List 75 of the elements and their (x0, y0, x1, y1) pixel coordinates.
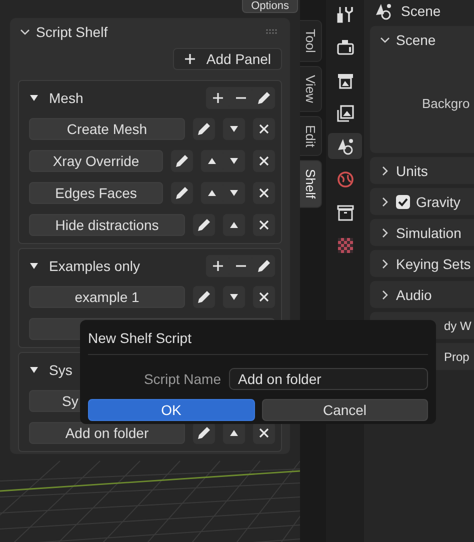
script-button[interactable]: Add on folder (29, 422, 185, 444)
pencil-icon (173, 152, 191, 170)
sidebar-tab[interactable]: View (300, 66, 322, 112)
plus-icon (184, 53, 196, 65)
options-button[interactable]: Options (242, 0, 298, 13)
panel-title: Audio (396, 286, 432, 302)
subpanel-title: Examples only (49, 258, 142, 274)
panel-title: Units (396, 162, 428, 178)
checkbox[interactable] (396, 194, 410, 208)
globe-icon (336, 170, 354, 188)
delete-button[interactable] (253, 214, 275, 236)
close-icon (258, 291, 270, 303)
panel-title: Keying Sets (396, 256, 471, 272)
checkerboard-icon (336, 236, 354, 254)
script-button[interactable]: Create Mesh (29, 118, 185, 140)
checkmark-icon (397, 196, 409, 208)
pencil-icon (173, 184, 191, 202)
drag-handle-icon (266, 29, 278, 35)
property-panel[interactable]: Units (370, 157, 474, 184)
close-icon (258, 219, 270, 231)
input-field[interactable]: Add on folder (229, 368, 428, 390)
cone-sphere-icon (374, 2, 393, 20)
property-label: Backgro (422, 96, 470, 110)
panel-title: Simulation (396, 224, 462, 240)
script-button[interactable]: example 1 (29, 286, 185, 308)
delete-button[interactable] (253, 150, 275, 172)
property-panel[interactable]: Gravity (370, 188, 474, 215)
tools-icon (336, 4, 354, 24)
plus-icon (212, 92, 224, 104)
script-button[interactable]: Edges Faces (29, 182, 163, 204)
script-button[interactable]: Xray Override (29, 150, 163, 172)
edit-button[interactable] (193, 286, 215, 308)
cancel-button[interactable]: Cancel (262, 399, 428, 421)
images-icon (336, 104, 354, 122)
delete-button[interactable] (253, 286, 275, 308)
property-panel[interactable]: Simulation (370, 219, 474, 246)
property-panel[interactable]: Audio (370, 281, 474, 308)
camera-icon (336, 38, 354, 56)
pencil-icon (195, 120, 213, 138)
property-panel[interactable]: Keying Sets (370, 250, 474, 277)
panel-title: dy W (444, 318, 472, 332)
ok-button[interactable]: OK (88, 399, 254, 421)
close-icon (258, 427, 270, 439)
close-icon (258, 123, 270, 135)
edit-button[interactable] (193, 214, 215, 236)
editor-title: Scene (401, 3, 441, 19)
subpanel-title: Mesh (49, 90, 84, 106)
edit-button[interactable] (171, 150, 193, 172)
cone-sphere-icon (336, 136, 354, 156)
edit-button[interactable] (193, 422, 215, 444)
property-panel[interactable]: Scene Backgro (370, 26, 474, 153)
subpanel-title: Sys (49, 362, 74, 378)
script-button[interactable]: Hide distractions (29, 214, 185, 236)
edit-button[interactable] (193, 118, 215, 140)
pencil-icon (195, 288, 213, 306)
delete-button[interactable] (253, 118, 275, 140)
panel-title: Scene (396, 32, 436, 48)
delete-button[interactable] (253, 182, 275, 204)
panel-title: Script Shelf (36, 24, 109, 40)
plus-icon (212, 260, 224, 272)
add-panel-button[interactable]: Add Panel (173, 48, 282, 70)
sidebar-tab[interactable]: Edit (300, 116, 322, 156)
field-label: Script Name (142, 371, 221, 387)
sidebar-tab[interactable]: Shelf (300, 160, 322, 208)
close-icon (258, 187, 270, 199)
archive-box-icon (336, 202, 354, 222)
panel-title: Gravity (416, 194, 460, 210)
panel-title: Prop (444, 350, 470, 364)
sidebar-tab[interactable]: Tool (300, 20, 322, 62)
close-icon (258, 155, 270, 167)
properties-tab[interactable] (328, 133, 362, 159)
delete-button[interactable] (253, 422, 275, 444)
dialog-title: New Shelf Script (88, 329, 192, 348)
pencil-icon (195, 216, 213, 234)
edit-button[interactable] (171, 182, 193, 204)
